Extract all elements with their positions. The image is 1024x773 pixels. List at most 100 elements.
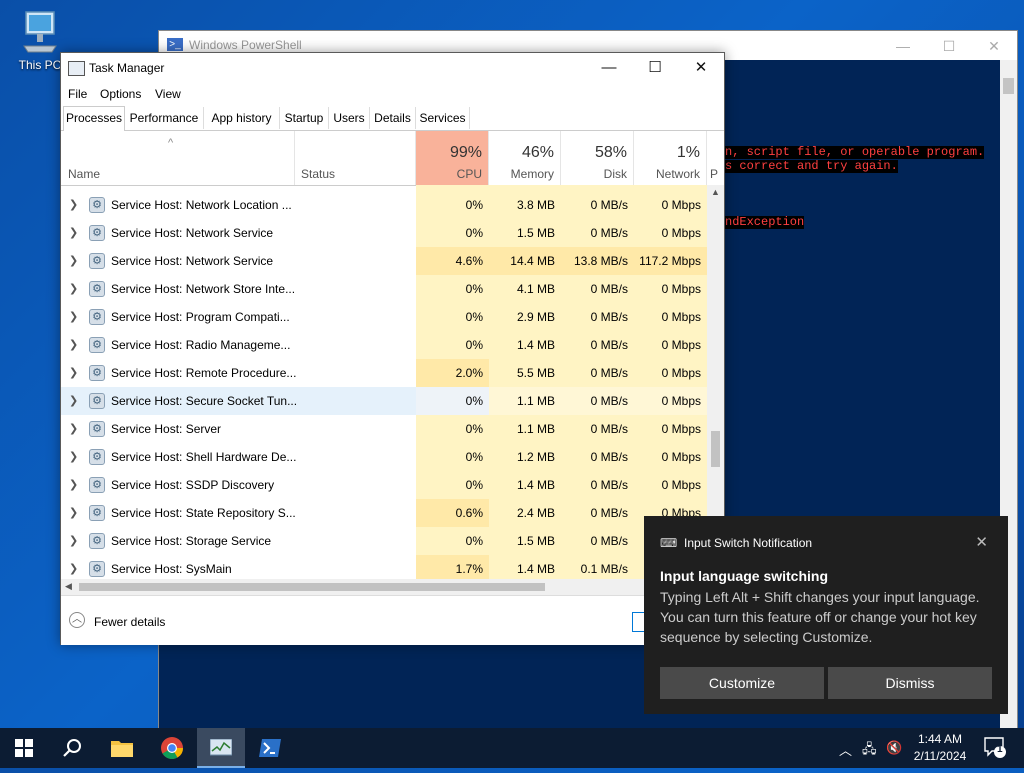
powershell-close-button[interactable]: ✕ <box>971 33 1017 59</box>
fewer-details-link[interactable]: Fewer details <box>94 615 165 629</box>
vertical-scroll-thumb[interactable] <box>711 431 720 467</box>
task-manager-window[interactable]: Task Manager — ☐ ✕ File Options View Pro… <box>60 52 725 645</box>
process-name: Service Host: Network Store Inte... <box>111 282 296 296</box>
action-center-button[interactable]: 1 <box>984 736 1006 761</box>
start-button[interactable] <box>0 728 48 768</box>
scroll-up-icon[interactable]: ▲ <box>711 187 720 197</box>
notification-close-icon[interactable]: ✕ <box>975 533 988 551</box>
process-list: ⚙❯⚙Service Host: Network Location ...0%3… <box>61 185 707 579</box>
menu-options[interactable]: Options <box>100 87 141 101</box>
task-manager-titlebar[interactable]: Task Manager — ☐ ✕ <box>61 53 724 83</box>
volume-muted-icon[interactable]: 🔇 <box>886 740 902 756</box>
clock[interactable]: 1:44 AM 2/11/2024 <box>905 731 975 765</box>
gear-icon: ⚙ <box>89 253 105 269</box>
table-row[interactable]: ❯ ⚙ Service Host: Network Service 0% 1.5 MB 0… <box>61 219 707 247</box>
table-row[interactable]: ❯ ⚙ Service Host: Server 0% 1.1 MB 0 MB/s 0 Mb… <box>61 415 707 443</box>
row-cell-disk: 0 MB/s <box>561 331 634 359</box>
file-explorer-button[interactable] <box>98 728 146 768</box>
table-row[interactable]: ❯ ⚙ Service Host: State Repository S... 0.6… <box>61 499 707 527</box>
table-row[interactable]: ❯ ⚙ Service Host: Storage Service 0% 1.5 MB 0… <box>61 527 707 555</box>
column-power[interactable]: P <box>707 131 724 185</box>
row-cell-disk: 0 MB/s <box>561 303 634 331</box>
expand-chevron-icon[interactable]: ❯ <box>69 338 78 351</box>
row-cell-disk: 0 MB/s <box>561 191 634 219</box>
column-header-row: ^ Name Status 99% CPU 46% Memory 58% Dis… <box>61 131 724 186</box>
table-row[interactable]: ❯ ⚙ Service Host: Network Location ... 0% 3.… <box>61 191 707 219</box>
expand-chevron-icon[interactable]: ❯ <box>69 226 78 239</box>
column-network[interactable]: 1% Network <box>634 131 707 185</box>
powershell-minimize-button[interactable]: — <box>880 33 926 59</box>
horizontal-scroll-thumb[interactable] <box>79 583 545 591</box>
row-cell-cpu: 0% <box>416 443 489 471</box>
table-row[interactable]: ❯ ⚙ Service Host: Program Compati... 0% 2.9 … <box>61 303 707 331</box>
scroll-left-icon[interactable]: ◀ <box>65 581 72 592</box>
row-cell-cpu: 0% <box>416 415 489 443</box>
row-cell-disk: 0 MB/s <box>561 387 634 415</box>
expand-chevron-icon[interactable]: ❯ <box>69 422 78 435</box>
minimize-button[interactable]: — <box>586 53 632 83</box>
tab-services[interactable]: Services <box>416 107 470 129</box>
column-cpu[interactable]: 99% CPU <box>416 131 489 185</box>
powershell-scroll-thumb[interactable] <box>1003 78 1014 94</box>
expand-chevron-icon[interactable]: ❯ <box>69 282 78 295</box>
expand-chevron-icon[interactable]: ❯ <box>69 534 78 547</box>
table-row[interactable]: ❯ ⚙ Service Host: Shell Hardware De... 0% 1.… <box>61 443 707 471</box>
table-row[interactable]: ❯ ⚙ Service Host: SSDP Discovery 0% 1.4 MB 0 … <box>61 471 707 499</box>
expand-chevron-icon[interactable]: ❯ <box>69 562 78 575</box>
footer: ︿ Fewer details <box>61 595 724 645</box>
table-row[interactable]: ❯ ⚙ Service Host: Radio Manageme... 0% 1.4 M… <box>61 331 707 359</box>
table-row[interactable]: ❯ ⚙ Service Host: Remote Procedure... 2.0% 5… <box>61 359 707 387</box>
menu-view[interactable]: View <box>155 87 181 101</box>
process-name: Service Host: SysMain <box>111 562 232 576</box>
row-cell-cpu: 0% <box>416 527 489 555</box>
gear-icon: ⚙ <box>89 197 105 213</box>
horizontal-scrollbar[interactable]: ◀ <box>61 579 707 595</box>
tab-performance[interactable]: Performance <box>125 107 204 129</box>
customize-button[interactable]: Customize <box>660 667 824 699</box>
column-memory[interactable]: 46% Memory <box>489 131 561 185</box>
expand-chevron-icon[interactable]: ❯ <box>69 478 78 491</box>
expand-chevron-icon[interactable]: ❯ <box>69 450 78 463</box>
show-hidden-icons-chevron-icon[interactable]: ︿ <box>839 740 852 759</box>
powershell-maximize-button[interactable]: ☐ <box>926 33 972 59</box>
table-row[interactable]: ❯ ⚙ Service Host: Network Service 4.6% 14.4 … <box>61 247 707 275</box>
dismiss-button[interactable]: Dismiss <box>828 667 992 699</box>
row-cell-memory: 14.4 MB <box>489 247 561 275</box>
expand-chevron-icon[interactable]: ❯ <box>69 366 78 379</box>
row-cell-network: 0 Mbps <box>634 275 707 303</box>
maximize-button[interactable]: ☐ <box>632 53 678 83</box>
table-row[interactable]: ❯ ⚙ Service Host: Secure Socket Tun... 0% 1.… <box>61 387 707 415</box>
row-cell-network: 0 Mbps <box>634 303 707 331</box>
search-button[interactable] <box>48 728 96 768</box>
network-icon[interactable]: 🖧 <box>862 740 877 762</box>
tab-details[interactable]: Details <box>370 107 416 129</box>
menu-file[interactable]: File <box>68 87 87 101</box>
expand-chevron-icon[interactable]: ❯ <box>69 310 78 323</box>
chevron-up-icon[interactable]: ︿ <box>69 612 85 628</box>
expand-chevron-icon[interactable]: ❯ <box>69 394 78 407</box>
tab-users[interactable]: Users <box>329 107 370 129</box>
close-button[interactable]: ✕ <box>678 53 724 83</box>
column-status[interactable]: Status <box>295 131 416 185</box>
row-cell-cpu: 0% <box>416 331 489 359</box>
expand-chevron-icon[interactable]: ❯ <box>69 198 78 211</box>
task-manager-taskbar-button[interactable] <box>197 728 245 768</box>
expand-chevron-icon[interactable]: ❯ <box>69 506 78 519</box>
input-switch-notification[interactable]: ⌨ Input Switch Notification ✕ Input lang… <box>644 516 1008 714</box>
chrome-button[interactable] <box>148 728 196 768</box>
process-name: Service Host: Radio Manageme... <box>111 338 291 352</box>
tab-startup[interactable]: Startup <box>280 107 329 129</box>
column-disk[interactable]: 58% Disk <box>561 131 634 185</box>
row-cell-cpu: 0% <box>416 387 489 415</box>
expand-chevron-icon[interactable]: ❯ <box>69 254 78 267</box>
tab-app-history[interactable]: App history <box>204 107 280 129</box>
table-row[interactable]: ❯ ⚙ Service Host: Network Store Inte... 0% 4… <box>61 275 707 303</box>
tab-processes[interactable]: Processes <box>63 106 125 132</box>
row-cell-memory: 1.5 MB <box>489 527 561 555</box>
table-row[interactable]: ❯ ⚙ Service Host: SysMain 1.7% 1.4 MB 0.1 MB/… <box>61 555 707 579</box>
menu-bar: File Options View <box>61 83 724 105</box>
row-cell-network: 0 Mbps <box>634 415 707 443</box>
column-name[interactable]: ^ Name <box>61 131 295 185</box>
powershell-taskbar-button[interactable] <box>246 728 294 768</box>
task-manager-icon <box>209 738 233 756</box>
